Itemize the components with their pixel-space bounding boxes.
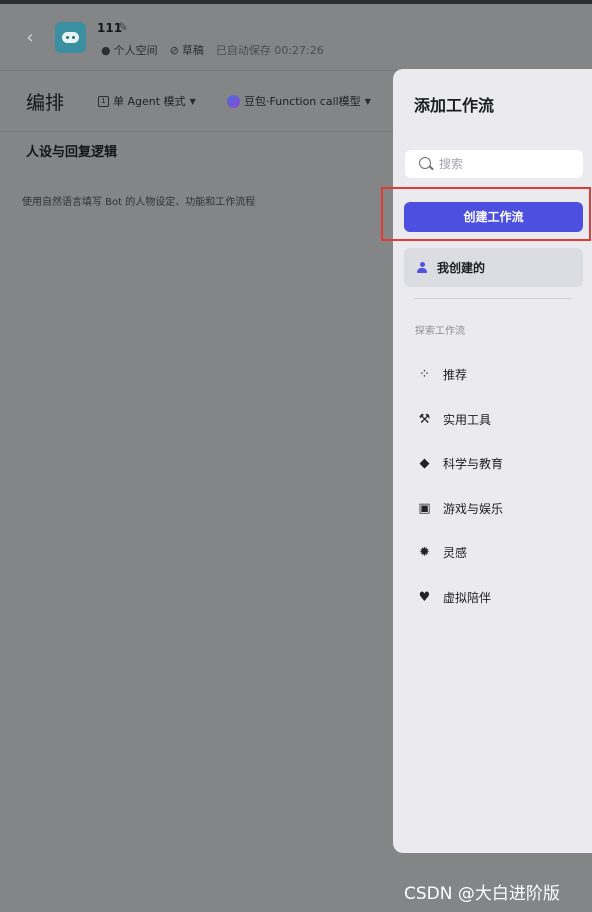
persona-section-title: 人设与回复逻辑 bbox=[26, 145, 118, 160]
category-label: 推荐 bbox=[443, 368, 468, 382]
person-icon bbox=[417, 262, 427, 273]
category-games-entertainment[interactable]: ▣ 游戏与娱乐 bbox=[417, 500, 503, 517]
add-workflow-panel: 添加工作流 创建工作流 我创建的 探索工作流 ⁘ 推荐 ⚒ 实用工具 ◆ 科学与… bbox=[381, 69, 592, 853]
persona-input[interactable]: 使用自然语言填写 Bot 的人物设定、功能和工作流程 bbox=[22, 193, 255, 208]
user-icon: ● bbox=[101, 43, 111, 57]
workflow-search-box[interactable] bbox=[405, 150, 583, 178]
agent-mode-label: 单 Agent 模式 bbox=[113, 95, 186, 108]
sidebar-item-my-created[interactable]: 我创建的 bbox=[404, 248, 583, 287]
bot-header: ‹ 111 ✎ ● 个人空间 ⊘ 草稿 已自动保存 00:27:26 bbox=[0, 4, 592, 71]
autosave-text: 已自动保存 00:27:26 bbox=[215, 44, 324, 57]
draft-icon: ⊘ bbox=[169, 43, 179, 57]
category-virtual-companion[interactable]: ♥ 虚拟陪伴 bbox=[417, 589, 491, 606]
chevron-down-icon: ▼ bbox=[189, 96, 196, 106]
space-label: 个人空间 bbox=[113, 44, 158, 57]
back-button[interactable]: ‹ bbox=[20, 26, 40, 50]
search-input[interactable] bbox=[439, 155, 569, 173]
heart-chat-icon: ♥ bbox=[418, 590, 431, 605]
model-select[interactable]: 豆包·Function call模型 ▼ bbox=[227, 93, 371, 109]
gamepad-icon: ▣ bbox=[418, 501, 431, 516]
agent-mode-icon: 1 bbox=[98, 95, 109, 107]
agent-mode-select[interactable]: 1 单 Agent 模式 ▼ bbox=[98, 93, 196, 109]
category-label: 科学与教育 bbox=[443, 457, 504, 471]
page-title: 编排 bbox=[26, 92, 65, 114]
category-label: 游戏与娱乐 bbox=[443, 502, 504, 516]
status-info: ⊘ 草稿 bbox=[170, 42, 204, 58]
sidebar-item-label: 我创建的 bbox=[437, 261, 486, 275]
status-label: 草稿 bbox=[181, 44, 204, 57]
explore-section-label: 探索工作流 bbox=[415, 326, 465, 337]
panel-title: 添加工作流 bbox=[414, 96, 495, 115]
edit-icon[interactable]: ✎ bbox=[118, 20, 128, 34]
page: ‹ 111 ✎ ● 个人空间 ⊘ 草稿 已自动保存 00:27:26 编排 1 … bbox=[0, 0, 592, 912]
search-icon bbox=[419, 157, 431, 169]
grid-dots-icon: ⁘ bbox=[419, 367, 430, 382]
bot-meta: ● 个人空间 ⊘ 草稿 已自动保存 00:27:26 bbox=[101, 42, 324, 58]
model-label: 豆包·Function call模型 bbox=[244, 95, 361, 108]
lightbulb-icon: ✹ bbox=[419, 545, 430, 560]
divider bbox=[414, 298, 571, 299]
chevron-down-icon: ▼ bbox=[364, 96, 371, 106]
space-info: ● 个人空间 bbox=[101, 42, 158, 58]
category-label: 实用工具 bbox=[443, 413, 492, 427]
wrench-icon: ⚒ bbox=[418, 412, 431, 427]
category-tools[interactable]: ⚒ 实用工具 bbox=[417, 411, 491, 428]
category-science-education[interactable]: ◆ 科学与教育 bbox=[417, 455, 504, 472]
bot-avatar[interactable] bbox=[55, 22, 86, 53]
category-label: 虚拟陪伴 bbox=[443, 591, 492, 605]
robot-icon bbox=[62, 32, 79, 43]
category-inspiration[interactable]: ✹ 灵感 bbox=[417, 544, 467, 561]
category-recommend[interactable]: ⁘ 推荐 bbox=[417, 366, 467, 383]
create-workflow-button[interactable]: 创建工作流 bbox=[404, 202, 583, 232]
watermark: CSDN @大白进阶版 bbox=[404, 884, 560, 904]
category-label: 灵感 bbox=[443, 546, 468, 560]
graduation-cap-icon: ◆ bbox=[419, 456, 430, 471]
model-logo-icon bbox=[227, 94, 240, 108]
